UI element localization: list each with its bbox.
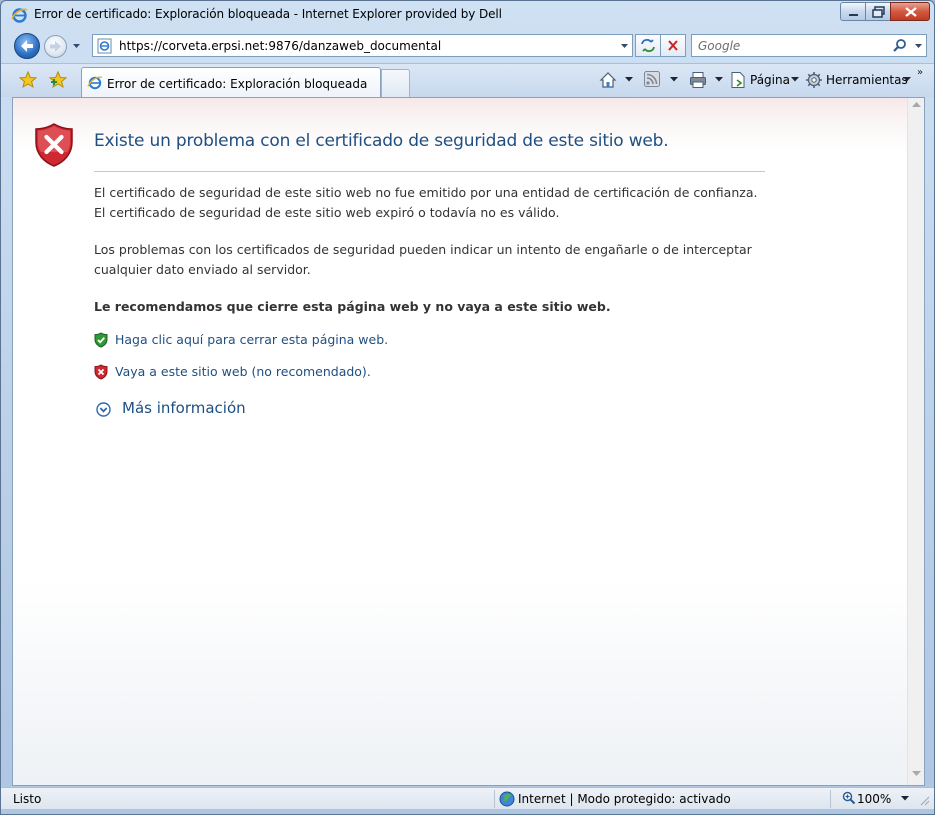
- print-dropdown[interactable]: [715, 77, 723, 82]
- more-info-link[interactable]: Más información: [122, 399, 246, 417]
- title-bar[interactable]: Error de certificado: Exploración bloque…: [1, 1, 934, 29]
- new-tab-button[interactable]: [381, 69, 410, 98]
- page-menu-icon[interactable]: [729, 71, 747, 89]
- gear-icon[interactable]: [805, 71, 823, 89]
- status-bar: Listo Internet | Modo protegido: activad…: [1, 787, 934, 809]
- window-title: Error de certificado: Exploración bloque…: [34, 7, 502, 21]
- page-title: Existe un problema con el certificado de…: [94, 131, 669, 151]
- add-favorites-icon[interactable]: [49, 71, 67, 89]
- zoom-dropdown[interactable]: [901, 796, 909, 801]
- certificate-problem-text: El certificado de seguridad de este siti…: [94, 183, 757, 222]
- stop-icon: [668, 40, 678, 51]
- home-icon[interactable]: [599, 71, 617, 89]
- page-menu-dropdown[interactable]: [791, 77, 799, 82]
- ie-page-icon: [87, 76, 103, 90]
- scroll-up-arrow-icon[interactable]: [912, 102, 921, 108]
- status-separator: [494, 790, 495, 808]
- url-text[interactable]: https://corveta.erpsi.net:9876/danzaweb_…: [119, 39, 441, 53]
- status-text: Listo: [13, 792, 42, 806]
- home-dropdown[interactable]: [625, 77, 633, 82]
- close-window-button[interactable]: [890, 2, 930, 21]
- browser-window: Error de certificado: Exploración bloque…: [0, 0, 935, 815]
- scroll-down-arrow-icon[interactable]: [912, 771, 921, 777]
- feeds-icon[interactable]: [644, 71, 660, 87]
- page-icon: [97, 38, 112, 54]
- resize-grip-icon[interactable]: [920, 796, 930, 806]
- refresh-icon: [641, 39, 655, 52]
- vertical-scrollbar[interactable]: [907, 98, 924, 785]
- command-bar: Error de certificado: Exploración bloque…: [1, 63, 934, 98]
- ie-logo-icon: [11, 8, 28, 23]
- security-warning-line: cualquier dato enviado al servidor.: [94, 261, 311, 277]
- recommendation-text: Le recomendamos que cierre esta página w…: [94, 299, 611, 314]
- page-menu-label[interactable]: Página: [750, 73, 790, 87]
- feeds-dropdown[interactable]: [670, 77, 678, 82]
- maximize-button[interactable]: [865, 2, 891, 21]
- forward-button[interactable]: [44, 35, 67, 58]
- restore-icon: [872, 6, 885, 18]
- tools-menu-label[interactable]: Herramientas: [826, 73, 908, 87]
- print-icon[interactable]: [689, 71, 707, 89]
- recent-pages-dropdown[interactable]: [72, 43, 81, 49]
- zoom-icon[interactable]: [842, 791, 856, 805]
- search-box[interactable]: [691, 34, 927, 57]
- address-dropdown[interactable]: [620, 43, 629, 49]
- back-arrow-icon: [21, 40, 33, 52]
- green-shield-icon: [94, 332, 108, 348]
- tab-label: Error de certificado: Exploración bloque…: [107, 77, 368, 91]
- certificate-problem-line: El certificado de seguridad de este siti…: [94, 204, 560, 220]
- continue-site-link[interactable]: Vaya a este sitio web (no recomendado).: [115, 364, 371, 379]
- minimize-icon: [849, 14, 858, 16]
- security-warning-line: Los problemas con los certificados de se…: [94, 242, 752, 257]
- address-bar[interactable]: https://corveta.erpsi.net:9876/danzaweb_…: [92, 34, 633, 57]
- more-commands-chevron-icon[interactable]: »: [917, 67, 923, 78]
- zoom-level[interactable]: 100%: [857, 792, 891, 806]
- shield-error-icon: [35, 123, 73, 167]
- refresh-button[interactable]: [635, 34, 661, 57]
- forward-arrow-icon: [50, 41, 61, 52]
- security-zone-text[interactable]: Internet | Modo protegido: activado: [518, 792, 731, 806]
- divider: [94, 171, 765, 172]
- tab-certificate-error[interactable]: Error de certificado: Exploración bloque…: [81, 67, 381, 98]
- page-content: Existe un problema con el certificado de…: [12, 97, 925, 786]
- stop-button[interactable]: [660, 34, 686, 57]
- search-input[interactable]: [692, 35, 888, 56]
- minimize-button[interactable]: [840, 2, 866, 21]
- red-shield-icon: [94, 364, 108, 380]
- back-button[interactable]: [14, 33, 40, 59]
- status-separator: [830, 790, 831, 808]
- tools-menu-dropdown[interactable]: [903, 77, 911, 82]
- favorites-star-icon[interactable]: [19, 71, 37, 89]
- expand-circle-icon: [96, 402, 111, 417]
- search-options-dropdown[interactable]: [914, 43, 923, 49]
- search-icon[interactable]: [892, 38, 908, 54]
- certificate-problem-line: El certificado de seguridad de este siti…: [94, 185, 758, 200]
- close-page-link[interactable]: Haga clic aquí para cerrar esta página w…: [115, 332, 388, 347]
- security-warning-text: Los problemas con los certificados de se…: [94, 240, 752, 279]
- internet-globe-icon[interactable]: [499, 791, 515, 807]
- close-icon: [905, 7, 917, 17]
